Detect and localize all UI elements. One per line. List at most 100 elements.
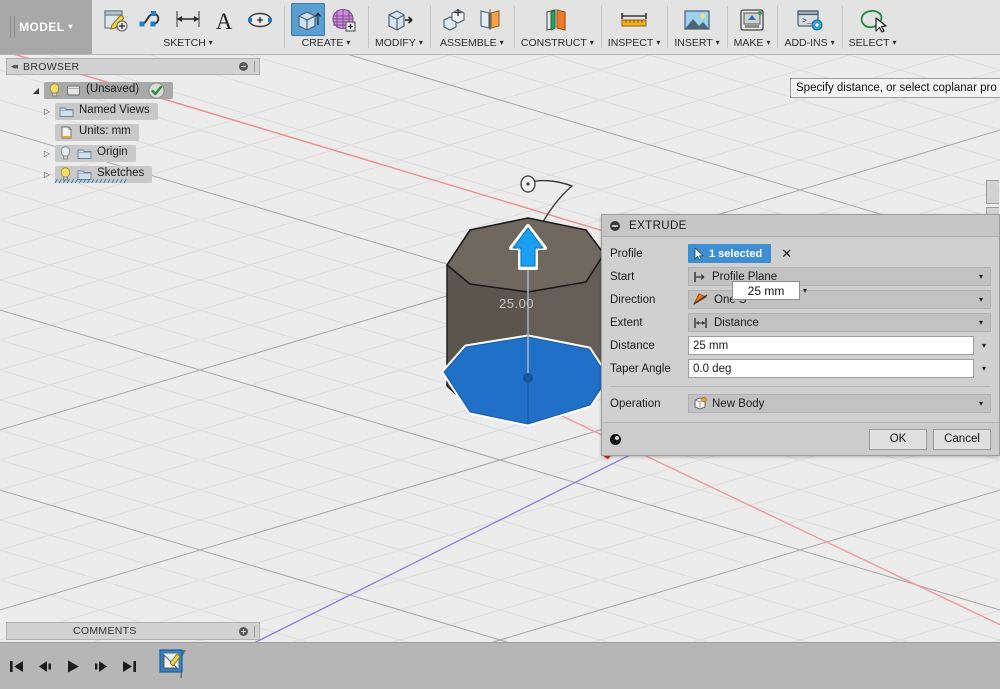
field-label-extent: Extent <box>610 316 643 329</box>
light-bulb-icon[interactable] <box>59 146 72 160</box>
chevron-down-icon[interactable]: ▾ <box>977 364 991 373</box>
timeline-go-to-beginning-button[interactable] <box>8 655 26 677</box>
extent-combo[interactable]: Distance ▾ <box>688 313 991 332</box>
toolbar-grip <box>10 16 15 38</box>
field-row-operation: Operation New Body ▾ <box>610 392 991 415</box>
edge-widget-box[interactable] <box>986 180 999 204</box>
chevron-down-icon[interactable]: ▾ <box>974 399 988 408</box>
browser-options-icon[interactable] <box>239 62 248 71</box>
direction-icon <box>693 293 708 306</box>
select-lasso-icon[interactable] <box>856 3 890 36</box>
tooltip-text: Specify distance, or select coplanar pro <box>796 82 997 94</box>
chevron-down-icon: ▾ <box>715 38 720 48</box>
minimize-icon[interactable] <box>610 220 620 231</box>
ellipse-icon[interactable] <box>243 3 277 36</box>
group-label-text: CREATE <box>301 37 344 49</box>
comments-add-icon[interactable] <box>239 626 248 636</box>
extrude-dialog-titlebar[interactable]: EXTRUDE <box>602 215 999 237</box>
tree-item-chip[interactable]: Named Views <box>55 102 158 120</box>
tree-item-named-views[interactable]: ▷ Named Views <box>6 101 260 121</box>
tree-item-units[interactable]: Units: mm <box>6 122 260 142</box>
ok-button[interactable]: OK <box>869 428 927 450</box>
timeline-sketch-feature[interactable] <box>158 648 188 685</box>
3d-print-icon[interactable] <box>735 3 769 36</box>
twisty-icon[interactable]: ▷ <box>39 107 55 116</box>
tree-item-chip[interactable]: Sketches <box>55 165 153 183</box>
toolbar-group-label[interactable]: SKETCH ▾ <box>163 38 213 49</box>
toolbar-group-inspect: INSPECT ▾ <box>600 0 668 54</box>
tree-item-chip[interactable]: (Unsaved) <box>44 81 174 99</box>
workspace-switcher[interactable]: MODEL ▾ <box>0 0 92 54</box>
extrude-dialog[interactable]: EXTRUDE Profile 1 selected ✕ Start Profi… <box>601 214 1000 456</box>
twisty-icon[interactable]: ▷ <box>39 149 55 158</box>
toolbar-group-label[interactable]: INSPECT ▾ <box>608 38 661 49</box>
toolbar-group-label[interactable]: SELECT ▾ <box>849 38 897 49</box>
chevron-down-icon: ▾ <box>418 38 423 48</box>
chevron-down-icon[interactable]: ▾ <box>974 295 988 304</box>
toolbar-group-label[interactable]: INSERT ▾ <box>674 38 719 49</box>
comments-panel-header[interactable]: COMMENTS <box>6 622 260 640</box>
create-sketch-icon[interactable] <box>99 3 133 36</box>
tree-item-origin[interactable]: ▷ Origin <box>6 143 260 163</box>
tree-item-sketches[interactable]: ▷ Sketches <box>6 164 260 184</box>
timeline-go-to-end-button[interactable] <box>120 655 138 677</box>
chevron-down-icon: ▾ <box>208 38 213 48</box>
clear-selection-icon[interactable]: ✕ <box>781 247 792 260</box>
dimension-icon[interactable] <box>171 3 205 36</box>
operation-combo[interactable]: New Body ▾ <box>688 394 991 413</box>
saved-check-icon[interactable] <box>148 81 165 99</box>
toolbar-group-label[interactable]: MAKE ▾ <box>734 38 771 49</box>
timeline-step-forward-button[interactable] <box>92 655 110 677</box>
panel-resize-grip[interactable] <box>254 61 255 72</box>
toolbar-group-label[interactable]: MODIFY ▾ <box>375 38 423 49</box>
scripts-addins-icon[interactable]: >_ <box>793 3 827 36</box>
timeline-step-back-button[interactable] <box>36 655 54 677</box>
extrude-dialog-footer: OK Cancel <box>602 422 999 455</box>
timeline-play-button[interactable] <box>64 655 82 677</box>
profile-selection-chip[interactable]: 1 selected <box>688 244 772 263</box>
workspace-label: MODEL <box>19 20 65 34</box>
chevron-down-icon: ▾ <box>766 38 771 48</box>
chevron-down-icon: ▾ <box>892 38 897 48</box>
chevron-down-icon[interactable]: ▾ <box>977 341 991 350</box>
twisty-icon[interactable]: ◢ <box>28 86 44 95</box>
new-component-icon[interactable] <box>437 3 471 36</box>
canvas-distance-input[interactable]: 25 mm <box>732 281 800 300</box>
light-bulb-icon[interactable] <box>48 83 61 97</box>
tree-item-unsaved[interactable]: ◢ (Unsaved) <box>6 80 260 100</box>
collapse-left-icon[interactable]: ◂◂ <box>11 61 18 72</box>
panel-resize-grip[interactable] <box>254 625 255 637</box>
twisty-icon[interactable]: ▷ <box>39 170 55 179</box>
tree-item-chip[interactable]: Units: mm <box>55 123 139 141</box>
toolbar-group-label[interactable]: CONSTRUCT ▾ <box>521 38 594 49</box>
tree-item-chip[interactable]: Origin <box>55 144 136 162</box>
extrude-dialog-title: EXTRUDE <box>629 219 687 232</box>
operation-value: New Body <box>712 397 765 410</box>
browser-header[interactable]: ◂◂ BROWSER <box>6 58 260 75</box>
dialog-drag-handle[interactable] <box>610 433 621 445</box>
toolbar-group-label[interactable]: CREATE ▾ <box>302 38 351 49</box>
text-icon[interactable]: A <box>207 3 241 36</box>
press-pull-icon[interactable] <box>382 3 416 36</box>
field-row-start: Start Profile Plane ▾ <box>610 265 991 288</box>
group-label-text: INSPECT <box>607 37 654 49</box>
chevron-down-icon[interactable]: ▾ <box>974 272 988 281</box>
cancel-button[interactable]: Cancel <box>933 428 991 450</box>
field-label-taper-angle: Taper Angle <box>610 362 671 375</box>
toolbar-group-label[interactable]: ADD-INS ▾ <box>784 38 834 49</box>
extrude-icon[interactable] <box>291 3 325 36</box>
field-label-profile: Profile <box>610 247 643 260</box>
field-row-distance: Distance 25 mm ▾ <box>610 334 991 357</box>
distance-input[interactable]: 25 mm <box>688 336 974 355</box>
toolbar-group-label[interactable]: ASSEMBLE ▾ <box>440 38 504 49</box>
canvas-distance-dropdown-icon[interactable]: ▾ <box>803 281 807 300</box>
taper-angle-input[interactable]: 0.0 deg <box>688 359 974 378</box>
insert-image-icon[interactable] <box>680 3 714 36</box>
spline-icon[interactable] <box>135 3 169 36</box>
form-icon[interactable] <box>327 3 361 36</box>
chevron-down-icon[interactable]: ▾ <box>974 318 988 327</box>
joint-icon[interactable] <box>473 3 507 36</box>
toolbar-group-select: SELECT ▾ <box>841 0 904 54</box>
offset-plane-icon[interactable] <box>540 3 574 36</box>
measure-icon[interactable] <box>617 3 651 36</box>
